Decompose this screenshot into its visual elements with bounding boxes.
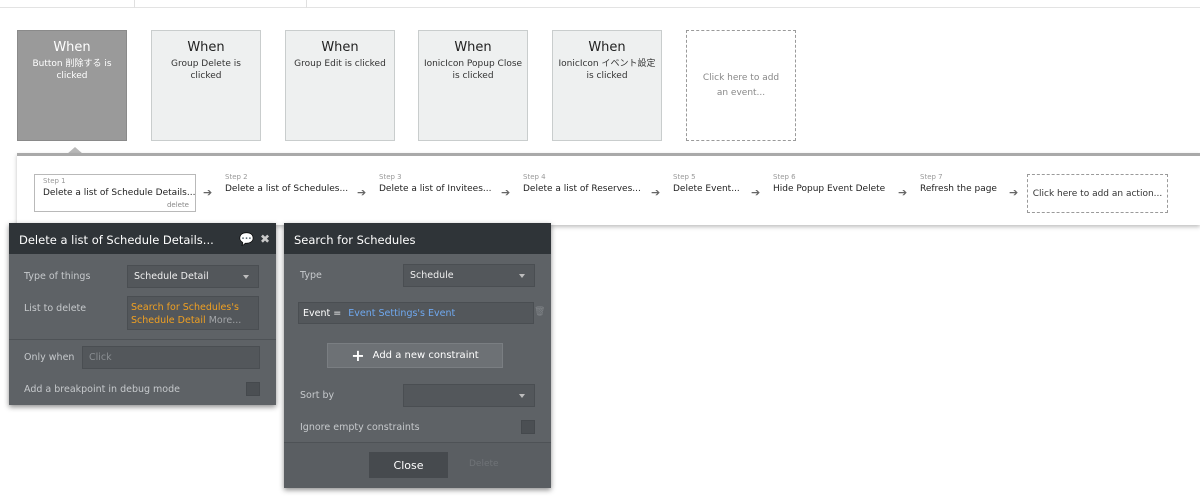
breakpoint-checkbox[interactable] <box>246 382 260 396</box>
event-card-button-delete[interactable]: When Button 削除する is clicked <box>17 30 127 141</box>
only-when-input[interactable]: Click <box>82 346 260 369</box>
event-when: When <box>588 40 626 55</box>
arrow-right-icon: ➔ <box>898 186 908 199</box>
add-constraint-button[interactable]: + Add a new constraint <box>327 343 503 368</box>
event-card-popup-close[interactable]: When IonicIcon Popup Close is clicked <box>418 30 528 141</box>
ignore-empty-label: Ignore empty constraints <box>300 422 420 433</box>
step-title: Delete a list of Invitees... <box>379 184 492 194</box>
step-6[interactable]: Step 6 Hide Popup Event Delete <box>773 173 885 196</box>
list-to-delete-field[interactable]: Search for Schedules's Schedule Detail M… <box>127 296 259 330</box>
workflow-steps-bar: Step 1 Delete a list of Schedule Details… <box>17 153 1200 225</box>
dropdown-value: Schedule <box>410 270 454 281</box>
step-number: Step 4 <box>523 173 546 181</box>
constraint-key: Event = <box>303 308 342 319</box>
event-when: When <box>321 40 359 55</box>
step-title: Delete Event... <box>673 184 740 194</box>
trash-icon[interactable]: 🗑 <box>534 307 545 317</box>
type-of-things-label: Type of things <box>24 271 91 282</box>
step-number: Step 3 <box>379 173 402 181</box>
step-number: Step 5 <box>673 173 696 181</box>
event-when: When <box>187 40 225 55</box>
delete-button[interactable]: Delete <box>469 459 499 469</box>
arrow-right-icon: ➔ <box>357 186 367 199</box>
add-event-label: Click here to add an event... <box>702 73 780 98</box>
arrow-right-icon: ➔ <box>501 186 511 199</box>
add-event-button[interactable]: Click here to add an event... <box>686 30 796 141</box>
close-icon[interactable]: ✖ <box>260 232 270 246</box>
type-dropdown[interactable]: Schedule <box>403 264 535 287</box>
step-title: Delete a list of Schedules... <box>225 184 349 194</box>
sort-by-label: Sort by <box>300 390 335 401</box>
step-number: Step 1 <box>43 177 66 185</box>
comment-icon[interactable]: 💬 <box>239 232 254 246</box>
type-label: Type <box>300 270 322 281</box>
step-title: Delete a list of Reserves... <box>523 184 641 194</box>
only-when-label: Only when <box>24 352 75 363</box>
add-action-button[interactable]: Click here to add an action... <box>1027 174 1168 213</box>
step-number: Step 6 <box>773 173 796 181</box>
panel-header: Search for Schedules <box>284 223 551 254</box>
more-link[interactable]: More... <box>209 315 242 326</box>
dropdown-value: Schedule Detail <box>134 271 209 282</box>
add-constraint-label: Add a new constraint <box>372 350 479 361</box>
dynamic-expression: Schedule Detail <box>131 315 206 326</box>
panel-header-icons: 💬 ✖ <box>233 232 270 246</box>
constraint-value[interactable]: Event Settings's Event <box>348 308 455 319</box>
step-tag: delete <box>166 201 189 209</box>
event-desc: Button 削除する is clicked <box>32 59 112 81</box>
chevron-down-icon <box>519 274 525 278</box>
chevron-down-icon <box>243 275 249 279</box>
top-toolbar <box>0 0 1200 8</box>
step-number: Step 7 <box>920 173 943 181</box>
step-title: Refresh the page <box>920 184 997 194</box>
step-5[interactable]: Step 5 Delete Event... <box>673 173 740 196</box>
arrow-right-icon: ➔ <box>751 186 761 199</box>
step-3[interactable]: Step 3 Delete a list of Invitees... <box>379 173 491 196</box>
panel-header: Delete a list of Schedule Details... 💬 ✖ <box>9 223 276 254</box>
event-when: When <box>454 40 492 55</box>
event-desc: IonicIcon Popup Close is clicked <box>423 59 523 81</box>
arrow-right-icon: ➔ <box>203 186 213 199</box>
panel-footer: Close Delete <box>284 442 551 488</box>
toolbar-divider <box>134 0 135 8</box>
step-title: Delete a list of Schedule Details... <box>43 188 196 198</box>
step-2[interactable]: Step 2 Delete a list of Schedules... <box>225 173 348 196</box>
list-to-delete-label: List to delete <box>24 303 87 314</box>
step-4[interactable]: Step 4 Delete a list of Reserves... <box>523 173 641 196</box>
event-card-group-delete[interactable]: When Group Delete is clicked <box>151 30 261 141</box>
arrow-right-icon: ➔ <box>651 186 661 199</box>
arrow-right-icon: ➔ <box>1009 186 1019 199</box>
step-title: Hide Popup Event Delete <box>773 184 886 194</box>
step-7[interactable]: Step 7 Refresh the page <box>920 173 997 196</box>
panel-title: Search for Schedules <box>294 233 416 247</box>
event-desc: IonicIcon イベント設定 is clicked <box>558 59 656 81</box>
event-card-group-edit[interactable]: When Group Edit is clicked <box>285 30 395 141</box>
plus-icon: + <box>351 345 365 365</box>
event-desc: Group Edit is clicked <box>294 59 386 69</box>
close-button[interactable]: Close <box>369 452 448 478</box>
chevron-down-icon <box>519 394 525 398</box>
breakpoint-label: Add a breakpoint in debug mode <box>24 384 180 395</box>
panel-title: Delete a list of Schedule Details... <box>19 233 214 247</box>
divider <box>9 339 276 340</box>
type-of-things-dropdown[interactable]: Schedule Detail <box>127 265 259 288</box>
step-number: Step 2 <box>225 173 248 181</box>
sort-by-dropdown[interactable] <box>403 384 535 407</box>
search-panel: Search for Schedules Type Schedule Event… <box>284 223 551 488</box>
event-card-event-settings[interactable]: When IonicIcon イベント設定 is clicked <box>552 30 662 141</box>
toolbar-divider <box>306 0 307 8</box>
event-desc: Group Delete is clicked <box>171 59 241 81</box>
constraint-row[interactable]: Event = Event Settings's Event <box>298 302 534 324</box>
ignore-empty-checkbox[interactable] <box>521 420 535 434</box>
dynamic-expression: Search for Schedules's <box>131 302 239 313</box>
action-properties-panel: Delete a list of Schedule Details... 💬 ✖ … <box>9 223 276 405</box>
step-1[interactable]: Step 1 Delete a list of Schedule Details… <box>34 174 196 212</box>
event-when: When <box>53 40 91 55</box>
